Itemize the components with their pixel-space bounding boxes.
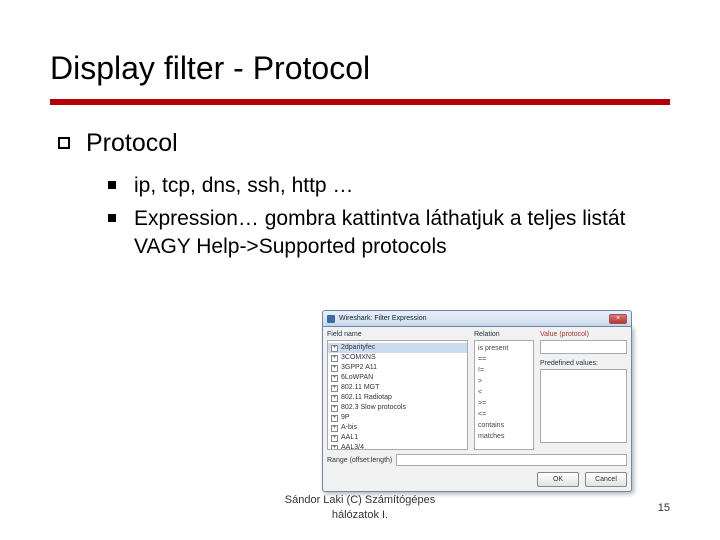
relation-item[interactable]: >= (478, 398, 530, 409)
field-list-item[interactable]: +802.3 Slow protocols (328, 403, 467, 413)
expand-icon[interactable]: + (331, 445, 338, 451)
field-list-label: 2dparityfec (341, 343, 375, 353)
value-header: Value (protocol) (540, 331, 627, 338)
relation-item[interactable]: <= (478, 409, 530, 420)
bullet-level2: ip, tcp, dns, ssh, http … (108, 172, 670, 199)
dialog-titlebar[interactable]: Wireshark: Filter Expression × (322, 310, 632, 326)
expand-icon[interactable]: + (331, 415, 338, 422)
square-solid-icon (108, 214, 116, 222)
field-list-label: 802.3 Slow protocols (341, 403, 406, 413)
field-list-item[interactable]: +2dparityfec (328, 343, 467, 353)
relation-item[interactable]: < (478, 387, 530, 398)
filter-expression-dialog: Wireshark: Filter Expression × Field nam… (322, 310, 632, 492)
bullet-level2-text: Expression… gombra kattintva láthatjuk a… (134, 205, 670, 260)
field-list-item[interactable]: +802.11 Radiotap (328, 393, 467, 403)
field-list-item[interactable]: +AAL1 (328, 433, 467, 443)
bullet-level1: Protocol (58, 129, 670, 158)
relation-header: Relation (474, 331, 534, 338)
relation-item[interactable]: matches (478, 431, 530, 442)
field-list-item[interactable]: +802.11 MGT (328, 383, 467, 393)
value-input[interactable] (540, 340, 627, 354)
square-solid-icon (108, 181, 116, 189)
expand-icon[interactable]: + (331, 425, 338, 432)
bullet-level2: Expression… gombra kattintva láthatjuk a… (108, 205, 670, 260)
footer-line2: hálózatok I. (285, 508, 435, 522)
dialog-title: Wireshark: Filter Expression (339, 315, 427, 322)
predefined-label: Predefined values: (540, 360, 627, 367)
field-list-item[interactable]: +9P (328, 413, 467, 423)
field-list-label: 802.11 MGT (341, 383, 379, 393)
footer-line1: Sándor Laki (C) Számítógépes (285, 493, 435, 507)
field-list-label: 3COMXNS (341, 353, 376, 363)
field-list[interactable]: +2dparityfec+3COMXNS+3GPP2 A11+6LoWPAN+8… (327, 340, 468, 450)
field-list-label: 3GPP2 A11 (341, 363, 377, 373)
relation-item[interactable]: != (478, 365, 530, 376)
field-list-item[interactable]: +3GPP2 A11 (328, 363, 467, 373)
relation-item[interactable]: > (478, 376, 530, 387)
bullet-level1-text: Protocol (86, 129, 178, 158)
field-list-label: AAL1 (341, 433, 358, 443)
field-list-label: AAL3/4 (341, 443, 364, 450)
expand-icon[interactable]: + (331, 355, 338, 362)
fieldname-header: Field name (327, 331, 468, 338)
field-list-item[interactable]: +6LoWPAN (328, 373, 467, 383)
expand-icon[interactable]: + (331, 435, 338, 442)
range-label: Range (offset:length) (327, 457, 392, 464)
cancel-button[interactable]: Cancel (585, 472, 627, 487)
ok-button[interactable]: OK (537, 472, 579, 487)
expand-icon[interactable]: + (331, 365, 338, 372)
predefined-list[interactable] (540, 369, 627, 443)
range-input[interactable] (396, 454, 627, 466)
app-icon (327, 315, 335, 323)
page-number: 15 (658, 502, 670, 514)
expand-icon[interactable]: + (331, 375, 338, 382)
relation-list[interactable]: is present==!=><>=<=containsmatches (474, 340, 534, 450)
expand-icon[interactable]: + (331, 385, 338, 392)
field-list-label: 9P (341, 413, 350, 423)
close-icon[interactable]: × (609, 314, 627, 324)
slide-footer: Sándor Laki (C) Számítógépes hálózatok I… (0, 493, 720, 522)
expand-icon[interactable]: + (331, 345, 338, 352)
field-list-label: 802.11 Radiotap (341, 393, 392, 403)
field-list-label: A-bis (341, 423, 357, 433)
field-list-label: 6LoWPAN (341, 373, 373, 383)
relation-item[interactable]: contains (478, 420, 530, 431)
title-underline (50, 99, 670, 105)
slide-title: Display filter - Protocol (50, 50, 670, 87)
square-open-icon (58, 137, 70, 149)
field-list-item[interactable]: +A-bis (328, 423, 467, 433)
relation-item[interactable]: is present (478, 343, 530, 354)
relation-item[interactable]: == (478, 354, 530, 365)
expand-icon[interactable]: + (331, 405, 338, 412)
bullet-level2-text: ip, tcp, dns, ssh, http … (134, 172, 353, 199)
expand-icon[interactable]: + (331, 395, 338, 402)
field-list-item[interactable]: +3COMXNS (328, 353, 467, 363)
field-list-item[interactable]: +AAL3/4 (328, 443, 467, 450)
